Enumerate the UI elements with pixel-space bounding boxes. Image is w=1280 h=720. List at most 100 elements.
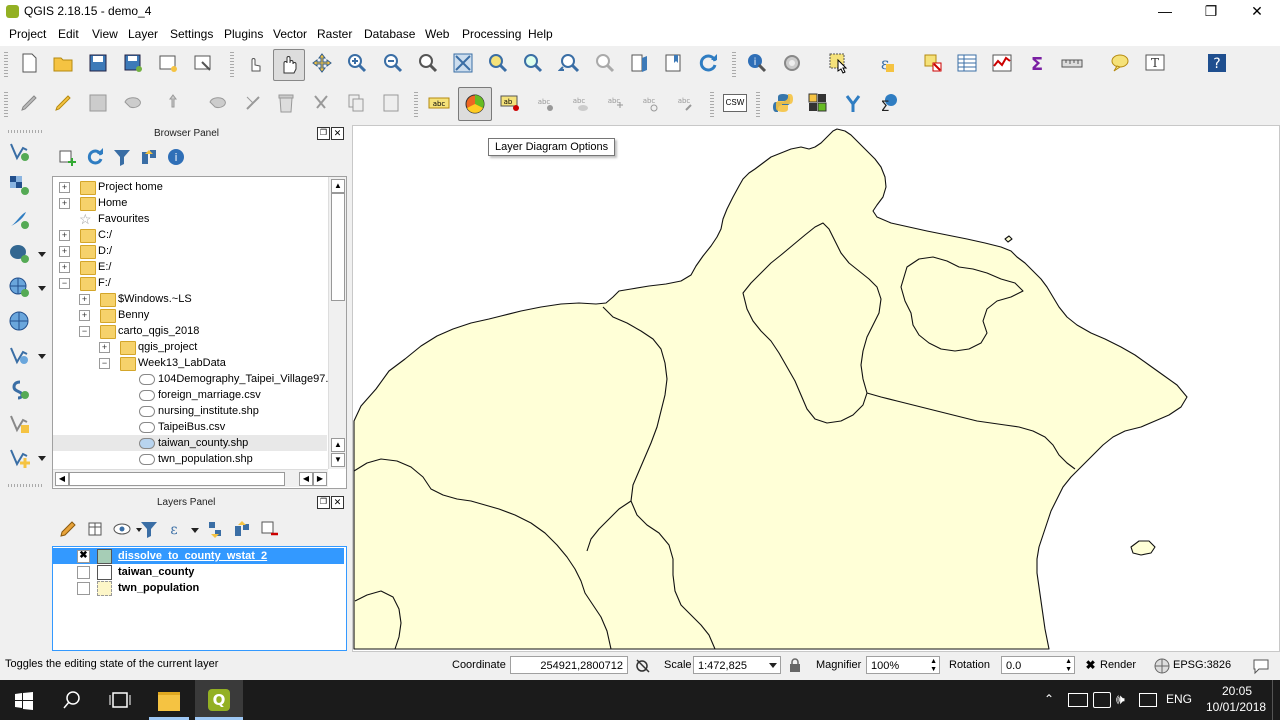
menu-edit[interactable]: Edit bbox=[58, 27, 79, 41]
expand-icon[interactable]: + bbox=[59, 262, 70, 273]
tree-item-carto-qgis-2018[interactable]: − carto_qgis_2018 bbox=[53, 323, 327, 339]
python-console-icon[interactable] bbox=[770, 90, 796, 116]
zoom-to-selection-icon[interactable] bbox=[485, 50, 511, 76]
float-panel-icon[interactable]: ❐ bbox=[317, 127, 330, 140]
spin-up-icon[interactable]: ▲ bbox=[1065, 658, 1072, 665]
tree-item-file[interactable]: TaipeiBus.csv bbox=[53, 419, 327, 435]
tree-item-file-selected[interactable]: taiwan_county.shp bbox=[53, 435, 327, 451]
spin-down-icon[interactable]: ▼ bbox=[1065, 666, 1072, 673]
close-panel-icon[interactable]: ✕ bbox=[331, 496, 344, 509]
measure-line-icon[interactable] bbox=[1059, 50, 1085, 76]
tree-item-favourites[interactable]: ☆ Favourites bbox=[53, 211, 327, 227]
text-annotation-icon[interactable]: T bbox=[1142, 50, 1168, 76]
new-bookmark-icon[interactable] bbox=[660, 50, 686, 76]
remove-layer-icon[interactable] bbox=[258, 518, 280, 540]
rotation-spinbox[interactable]: 0.0 ▲ ▼ bbox=[1001, 656, 1075, 674]
new-print-composer-icon[interactable] bbox=[155, 50, 181, 76]
filter-legend-icon[interactable] bbox=[138, 518, 160, 540]
expand-icon[interactable]: + bbox=[99, 342, 110, 353]
new-shapefile-layer-icon[interactable] bbox=[6, 444, 32, 470]
add-wcs-layer-icon[interactable] bbox=[6, 308, 32, 334]
network-icon[interactable] bbox=[1093, 692, 1111, 708]
chevron-down-icon[interactable] bbox=[38, 286, 46, 291]
expand-icon[interactable]: + bbox=[59, 198, 70, 209]
add-selected-layers-icon[interactable] bbox=[56, 146, 78, 168]
scale-combobox[interactable]: 1:472,825 bbox=[693, 656, 781, 674]
deselect-features-icon[interactable] bbox=[920, 50, 946, 76]
help-icon[interactable]: ? bbox=[1204, 50, 1230, 76]
zoom-to-layer-icon[interactable] bbox=[520, 50, 546, 76]
identify-features-icon[interactable]: i bbox=[744, 50, 770, 76]
clock-time[interactable]: 20:05 bbox=[1222, 684, 1252, 698]
add-feature-icon[interactable] bbox=[120, 90, 146, 116]
move-feature-icon[interactable] bbox=[160, 90, 186, 116]
save-project-icon[interactable] bbox=[85, 50, 111, 76]
horizontal-scrollbar[interactable]: ◀ ◀ ▶ bbox=[53, 469, 328, 487]
messages-icon[interactable] bbox=[1252, 657, 1270, 675]
zoom-in-icon[interactable] bbox=[344, 50, 370, 76]
tree-item-drive-c[interactable]: + C:/ bbox=[53, 227, 327, 243]
refresh-browser-icon[interactable] bbox=[84, 146, 106, 168]
close-button[interactable]: ✕ bbox=[1234, 0, 1280, 24]
show-hidden-icons-icon[interactable]: ⌃ bbox=[1044, 692, 1054, 706]
sum-plugin-icon[interactable]: Σ bbox=[875, 90, 901, 116]
add-spatialite-layer-icon[interactable] bbox=[6, 206, 32, 232]
map-canvas[interactable]: Layer Diagram Options bbox=[352, 125, 1280, 652]
clock-date[interactable]: 10/01/2018 bbox=[1206, 700, 1266, 714]
spin-down-icon[interactable]: ▼ bbox=[930, 666, 937, 673]
zoom-native-icon[interactable] bbox=[415, 50, 441, 76]
filter-by-expression-icon[interactable]: ε bbox=[165, 518, 187, 540]
tree-item-benny[interactable]: + Benny bbox=[53, 307, 327, 323]
add-group-icon[interactable] bbox=[84, 518, 106, 540]
move-label-icon[interactable]: abc bbox=[602, 90, 628, 116]
menu-processing[interactable]: Processing bbox=[462, 27, 521, 41]
render-checkbox[interactable]: ✖ bbox=[1084, 659, 1097, 672]
tree-item-file[interactable]: twn_population.shp bbox=[53, 451, 327, 467]
layer-styling-icon[interactable] bbox=[57, 518, 79, 540]
toolbar-grip[interactable] bbox=[4, 92, 8, 118]
tree-item-drive-d[interactable]: + D:/ bbox=[53, 243, 327, 259]
tree-item-week13-labdata[interactable]: − Week13_LabData bbox=[53, 355, 327, 371]
add-raster-layer-icon[interactable] bbox=[6, 172, 32, 198]
menu-view[interactable]: View bbox=[92, 27, 118, 41]
layer-visibility-checkbox[interactable] bbox=[77, 566, 90, 579]
menu-database[interactable]: Database bbox=[364, 27, 415, 41]
menu-raster[interactable]: Raster bbox=[317, 27, 352, 41]
coordinate-field[interactable]: 254921,2800712 bbox=[510, 656, 628, 674]
toggle-editing-icon[interactable] bbox=[50, 90, 76, 116]
volume-icon[interactable]: 🕪 bbox=[1116, 691, 1125, 708]
minimize-button[interactable]: — bbox=[1142, 0, 1188, 24]
expand-all-icon[interactable] bbox=[204, 518, 226, 540]
change-label-icon[interactable]: abc bbox=[672, 90, 698, 116]
lock-scale-icon[interactable] bbox=[789, 658, 801, 672]
layer-visibility-checkbox[interactable]: ✖ bbox=[77, 550, 90, 563]
pan-map-icon[interactable] bbox=[273, 49, 305, 81]
tree-item-windows-ls[interactable]: + $Windows.~LS bbox=[53, 291, 327, 307]
layer-labeling-icon[interactable]: abc bbox=[426, 90, 452, 116]
float-panel-icon[interactable]: ❐ bbox=[317, 496, 330, 509]
windows-start-icon[interactable] bbox=[15, 692, 33, 710]
save-layer-edits-icon[interactable] bbox=[85, 90, 111, 116]
new-project-icon[interactable] bbox=[16, 50, 42, 76]
add-vector-layer-icon[interactable] bbox=[6, 138, 32, 164]
properties-info-icon[interactable]: i bbox=[165, 146, 187, 168]
expand-icon[interactable]: + bbox=[79, 310, 90, 321]
open-project-icon[interactable] bbox=[50, 50, 76, 76]
chevron-down-icon[interactable] bbox=[769, 663, 777, 668]
node-tool-icon[interactable] bbox=[205, 90, 231, 116]
touch-zoom-icon[interactable] bbox=[242, 50, 268, 76]
toolbar-grip[interactable] bbox=[4, 52, 8, 78]
scroll-right-icon[interactable]: ▶ bbox=[313, 472, 327, 486]
menu-vector[interactable]: Vector bbox=[273, 27, 307, 41]
node-edit-icon[interactable] bbox=[240, 90, 266, 116]
expand-icon[interactable]: + bbox=[59, 182, 70, 193]
select-by-expression-icon[interactable]: ε bbox=[872, 50, 898, 76]
layer-item-twn-population[interactable]: twn_population bbox=[53, 580, 344, 596]
spin-up-icon[interactable]: ▲ bbox=[930, 658, 937, 665]
metasearch-csw-icon[interactable]: CSW bbox=[722, 90, 748, 116]
pin-labels-icon[interactable]: abc bbox=[532, 90, 558, 116]
tree-item-file[interactable]: nursing_institute.shp bbox=[53, 403, 327, 419]
paste-features-icon[interactable] bbox=[378, 90, 404, 116]
map-tips-icon[interactable] bbox=[1107, 50, 1133, 76]
collapse-all-icon[interactable] bbox=[231, 518, 253, 540]
